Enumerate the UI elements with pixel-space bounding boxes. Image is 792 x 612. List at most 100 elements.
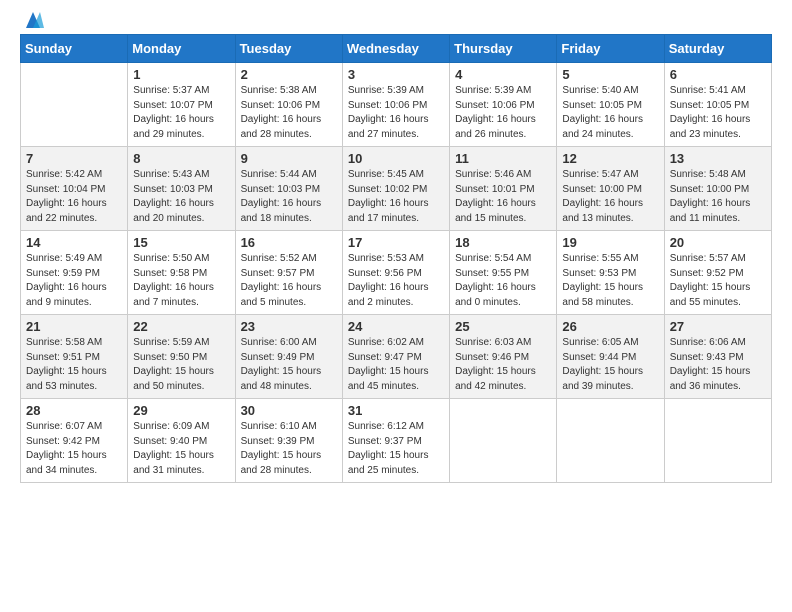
- day-number: 9: [241, 151, 337, 166]
- calendar-cell: [664, 399, 771, 483]
- day-info: Sunrise: 5:54 AM Sunset: 9:55 PM Dayligh…: [455, 252, 551, 310]
- calendar-cell: 6 Sunrise: 5:41 AM Sunset: 10:05 PM Dayli…: [664, 63, 771, 147]
- day-number: 21: [26, 319, 122, 334]
- calendar-cell: 19 Sunrise: 5:55 AM Sunset: 9:53 PM Dayli…: [557, 231, 664, 315]
- day-number: 27: [670, 319, 766, 334]
- calendar-cell: 2 Sunrise: 5:38 AM Sunset: 10:06 PM Dayli…: [235, 63, 342, 147]
- day-number: 14: [26, 235, 122, 250]
- day-number: 20: [670, 235, 766, 250]
- day-info: Sunrise: 6:07 AM Sunset: 9:42 PM Dayligh…: [26, 420, 122, 478]
- col-friday: Friday: [557, 35, 664, 63]
- calendar-cell: 21 Sunrise: 5:58 AM Sunset: 9:51 PM Dayli…: [21, 315, 128, 399]
- calendar-cell: 30 Sunrise: 6:10 AM Sunset: 9:39 PM Dayli…: [235, 399, 342, 483]
- calendar-cell: 3Sunrise: 5:39 AM Sunset: 10:06 PM Dayli…: [342, 63, 449, 147]
- day-info: Sunrise: 5:49 AM Sunset: 9:59 PM Dayligh…: [26, 252, 122, 310]
- col-wednesday: Wednesday: [342, 35, 449, 63]
- day-number: 1: [133, 67, 229, 82]
- calendar-cell: 7Sunrise: 5:42 AM Sunset: 10:04 PM Dayli…: [21, 147, 128, 231]
- day-info: Sunrise: 5:57 AM Sunset: 9:52 PM Dayligh…: [670, 252, 766, 310]
- day-number: 8: [133, 151, 229, 166]
- day-number: 6: [670, 67, 766, 82]
- calendar-cell: 23 Sunrise: 6:00 AM Sunset: 9:49 PM Dayli…: [235, 315, 342, 399]
- day-number: 25: [455, 319, 551, 334]
- calendar-cell: 28 Sunrise: 6:07 AM Sunset: 9:42 PM Dayli…: [21, 399, 128, 483]
- page: Sunday Monday Tuesday Wednesday Thursday…: [0, 0, 792, 612]
- calendar-week-row: 1Sunrise: 5:37 AM Sunset: 10:07 PM Dayli…: [21, 63, 772, 147]
- day-info: Sunrise: 5:38 AM Sunset: 10:06 PM Daylig…: [241, 84, 337, 142]
- day-info: Sunrise: 5:40 AM Sunset: 10:05 PM Daylig…: [562, 84, 658, 142]
- col-saturday: Saturday: [664, 35, 771, 63]
- calendar-cell: 16 Sunrise: 5:52 AM Sunset: 9:57 PM Dayli…: [235, 231, 342, 315]
- day-info: Sunrise: 5:58 AM Sunset: 9:51 PM Dayligh…: [26, 336, 122, 394]
- day-info: Sunrise: 5:53 AM Sunset: 9:56 PM Dayligh…: [348, 252, 444, 310]
- day-info: Sunrise: 6:03 AM Sunset: 9:46 PM Dayligh…: [455, 336, 551, 394]
- calendar-week-row: 14 Sunrise: 5:49 AM Sunset: 9:59 PM Dayli…: [21, 231, 772, 315]
- col-monday: Monday: [128, 35, 235, 63]
- day-number: 18: [455, 235, 551, 250]
- calendar-week-row: 28 Sunrise: 6:07 AM Sunset: 9:42 PM Dayli…: [21, 399, 772, 483]
- logo-icon: [22, 10, 44, 30]
- calendar-cell: 29 Sunrise: 6:09 AM Sunset: 9:40 PM Dayli…: [128, 399, 235, 483]
- day-number: 15: [133, 235, 229, 250]
- calendar-week-row: 7Sunrise: 5:42 AM Sunset: 10:04 PM Dayli…: [21, 147, 772, 231]
- day-info: Sunrise: 5:43 AM Sunset: 10:03 PM Daylig…: [133, 168, 229, 226]
- day-number: 31: [348, 403, 444, 418]
- calendar-cell: 1Sunrise: 5:37 AM Sunset: 10:07 PM Dayli…: [128, 63, 235, 147]
- day-info: Sunrise: 5:45 AM Sunset: 10:02 PM Daylig…: [348, 168, 444, 226]
- col-sunday: Sunday: [21, 35, 128, 63]
- calendar-cell: 24 Sunrise: 6:02 AM Sunset: 9:47 PM Dayli…: [342, 315, 449, 399]
- calendar-cell: 8 Sunrise: 5:43 AM Sunset: 10:03 PM Dayli…: [128, 147, 235, 231]
- calendar-cell: [21, 63, 128, 147]
- calendar-cell: 12 Sunrise: 5:47 AM Sunset: 10:00 PM Dayl…: [557, 147, 664, 231]
- calendar-cell: 20 Sunrise: 5:57 AM Sunset: 9:52 PM Dayli…: [664, 231, 771, 315]
- day-number: 24: [348, 319, 444, 334]
- calendar-cell: [450, 399, 557, 483]
- col-thursday: Thursday: [450, 35, 557, 63]
- day-number: 10: [348, 151, 444, 166]
- calendar-cell: 14 Sunrise: 5:49 AM Sunset: 9:59 PM Dayli…: [21, 231, 128, 315]
- day-number: 5: [562, 67, 658, 82]
- calendar-cell: 25 Sunrise: 6:03 AM Sunset: 9:46 PM Dayli…: [450, 315, 557, 399]
- day-info: Sunrise: 5:48 AM Sunset: 10:00 PM Daylig…: [670, 168, 766, 226]
- calendar-cell: 13 Sunrise: 5:48 AM Sunset: 10:00 PM Dayl…: [664, 147, 771, 231]
- calendar-cell: 5 Sunrise: 5:40 AM Sunset: 10:05 PM Dayli…: [557, 63, 664, 147]
- day-number: 16: [241, 235, 337, 250]
- day-info: Sunrise: 6:12 AM Sunset: 9:37 PM Dayligh…: [348, 420, 444, 478]
- day-info: Sunrise: 5:52 AM Sunset: 9:57 PM Dayligh…: [241, 252, 337, 310]
- day-number: 28: [26, 403, 122, 418]
- calendar-cell: 27 Sunrise: 6:06 AM Sunset: 9:43 PM Dayli…: [664, 315, 771, 399]
- day-number: 23: [241, 319, 337, 334]
- day-info: Sunrise: 6:05 AM Sunset: 9:44 PM Dayligh…: [562, 336, 658, 394]
- day-info: Sunrise: 5:41 AM Sunset: 10:05 PM Daylig…: [670, 84, 766, 142]
- day-info: Sunrise: 6:02 AM Sunset: 9:47 PM Dayligh…: [348, 336, 444, 394]
- day-info: Sunrise: 5:46 AM Sunset: 10:01 PM Daylig…: [455, 168, 551, 226]
- calendar-week-row: 21 Sunrise: 5:58 AM Sunset: 9:51 PM Dayli…: [21, 315, 772, 399]
- day-info: Sunrise: 6:00 AM Sunset: 9:49 PM Dayligh…: [241, 336, 337, 394]
- day-info: Sunrise: 5:59 AM Sunset: 9:50 PM Dayligh…: [133, 336, 229, 394]
- day-number: 19: [562, 235, 658, 250]
- calendar-header-row: Sunday Monday Tuesday Wednesday Thursday…: [21, 35, 772, 63]
- day-number: 12: [562, 151, 658, 166]
- day-number: 22: [133, 319, 229, 334]
- day-info: Sunrise: 6:09 AM Sunset: 9:40 PM Dayligh…: [133, 420, 229, 478]
- header: [20, 10, 772, 26]
- day-info: Sunrise: 5:50 AM Sunset: 9:58 PM Dayligh…: [133, 252, 229, 310]
- day-number: 2: [241, 67, 337, 82]
- day-number: 3: [348, 67, 444, 82]
- day-info: Sunrise: 5:47 AM Sunset: 10:00 PM Daylig…: [562, 168, 658, 226]
- day-info: Sunrise: 5:39 AM Sunset: 10:06 PM Daylig…: [455, 84, 551, 142]
- calendar-cell: 15 Sunrise: 5:50 AM Sunset: 9:58 PM Dayli…: [128, 231, 235, 315]
- day-number: 30: [241, 403, 337, 418]
- day-info: Sunrise: 5:55 AM Sunset: 9:53 PM Dayligh…: [562, 252, 658, 310]
- day-number: 17: [348, 235, 444, 250]
- day-number: 29: [133, 403, 229, 418]
- day-number: 13: [670, 151, 766, 166]
- col-tuesday: Tuesday: [235, 35, 342, 63]
- calendar-cell: 10 Sunrise: 5:45 AM Sunset: 10:02 PM Dayl…: [342, 147, 449, 231]
- day-info: Sunrise: 6:10 AM Sunset: 9:39 PM Dayligh…: [241, 420, 337, 478]
- calendar-cell: 9Sunrise: 5:44 AM Sunset: 10:03 PM Dayli…: [235, 147, 342, 231]
- calendar-cell: 18 Sunrise: 5:54 AM Sunset: 9:55 PM Dayli…: [450, 231, 557, 315]
- calendar-cell: [557, 399, 664, 483]
- calendar-cell: 11Sunrise: 5:46 AM Sunset: 10:01 PM Dayl…: [450, 147, 557, 231]
- day-info: Sunrise: 6:06 AM Sunset: 9:43 PM Dayligh…: [670, 336, 766, 394]
